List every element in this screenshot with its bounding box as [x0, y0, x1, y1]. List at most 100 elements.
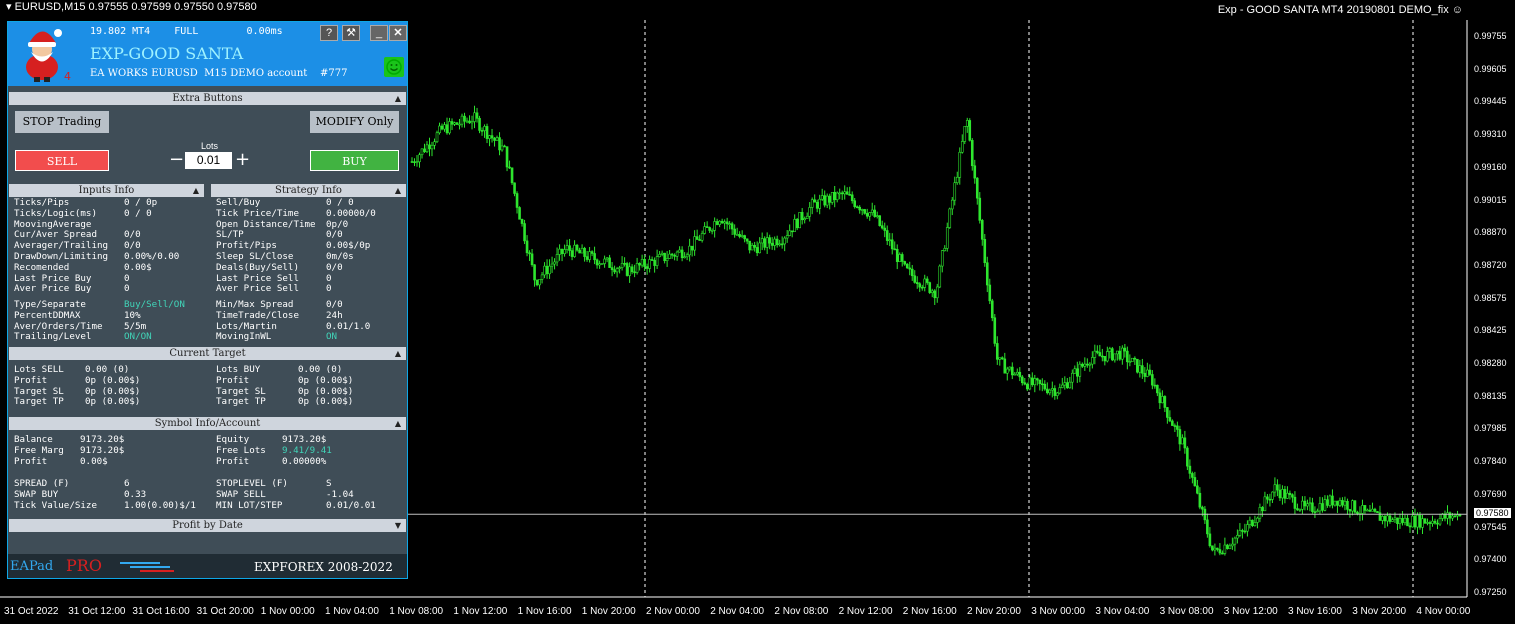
candle-body	[983, 239, 987, 264]
candle-body	[950, 199, 954, 210]
candle-body	[868, 212, 872, 217]
candle-body	[503, 145, 506, 148]
candle-body	[843, 191, 847, 195]
candle-body	[650, 259, 654, 261]
lots-input[interactable]: 0.01	[185, 152, 232, 169]
candle-body	[1256, 517, 1259, 523]
candle-body	[935, 286, 939, 299]
candle-body	[1116, 350, 1119, 355]
candle-body	[1353, 500, 1357, 513]
candle-body	[478, 118, 481, 131]
candle-body	[1436, 522, 1439, 525]
candle-body	[1241, 530, 1244, 532]
time-tick-label: 3 Nov 16:00	[1288, 606, 1342, 617]
candle-body	[785, 235, 789, 239]
candle-body	[988, 284, 992, 302]
price-tick-label: 0.97840	[1474, 456, 1507, 467]
candle-body	[435, 132, 439, 143]
candle-body	[975, 177, 979, 199]
candle-body	[540, 274, 544, 280]
strategy-info-header[interactable]: Strategy Info ▲	[211, 184, 406, 197]
candle-body	[668, 253, 671, 259]
time-tick-label: 31 Oct 16:00	[132, 606, 190, 617]
current-target-header[interactable]: Current Target ▲	[9, 347, 406, 360]
candle-body	[875, 215, 879, 217]
expand-icon: ▼	[394, 521, 401, 530]
extra-buttons-header[interactable]: Extra Buttons ▲	[9, 92, 406, 105]
candle-body	[570, 250, 574, 257]
minimize-button[interactable]: _	[370, 25, 388, 41]
inputs-info-header[interactable]: Inputs Info ▲	[9, 184, 204, 197]
candle-body	[610, 267, 614, 271]
sell-button[interactable]: SELL	[15, 150, 109, 171]
candle-body	[845, 191, 849, 195]
candle-body	[940, 250, 944, 267]
candle-body	[1301, 500, 1304, 510]
candle-body	[450, 121, 454, 125]
buy-button[interactable]: BUY	[310, 150, 399, 171]
candle-body	[1281, 489, 1284, 499]
candle-body	[525, 240, 529, 254]
symbol-info-header[interactable]: Symbol Info/Account ▲	[9, 417, 406, 430]
lots-increase-button[interactable]: +	[235, 149, 250, 170]
section-title: Symbol Info/Account	[154, 418, 261, 429]
candle-body	[1376, 511, 1379, 514]
candle-body	[750, 244, 754, 251]
candle-body	[483, 126, 486, 131]
candle-body	[1108, 348, 1112, 352]
candle-body	[1413, 515, 1417, 528]
candle-body	[1348, 509, 1352, 512]
candle-body	[735, 234, 739, 236]
candle-body	[1136, 358, 1139, 373]
candle-body	[913, 275, 917, 283]
candle-body	[1061, 384, 1064, 388]
candle-body	[1448, 512, 1452, 519]
footer-copyright: EXPFOREX 2008-2022	[254, 560, 393, 574]
footer-pro: PRO	[66, 556, 102, 575]
candle-body	[508, 166, 511, 169]
candle-body	[1153, 384, 1157, 387]
candle-body	[1023, 382, 1027, 385]
price-tick-label: 0.97250	[1474, 586, 1507, 597]
time-tick-label: 3 Nov 04:00	[1095, 606, 1150, 617]
candle-body	[1273, 484, 1277, 493]
price-tick-label: 0.99605	[1474, 63, 1507, 74]
candle-body	[1156, 384, 1159, 394]
profit-by-date-header[interactable]: Profit by Date ▼	[9, 519, 406, 532]
candle-body	[463, 115, 466, 122]
status-smiley-icon[interactable]	[384, 57, 404, 77]
candle-body	[1391, 519, 1394, 522]
candle-body	[848, 194, 852, 196]
help-button[interactable]: ?	[320, 25, 338, 41]
candle-body	[1423, 518, 1427, 524]
tools-button[interactable]: ⚒	[342, 25, 360, 41]
candle-body	[638, 263, 641, 266]
candle-body	[1446, 512, 1449, 519]
footer-lines-icon	[120, 562, 174, 572]
close-button[interactable]: ✕	[389, 25, 407, 41]
stop-trading-button[interactable]: STOP Trading	[15, 111, 109, 133]
time-tick-label: 2 Nov 04:00	[710, 606, 765, 617]
info-label: Profit	[216, 455, 250, 467]
candle-body	[853, 200, 857, 207]
candle-body	[555, 254, 559, 263]
candle-body	[635, 263, 639, 273]
candle-body	[1438, 518, 1442, 525]
candle-body	[1188, 465, 1192, 474]
candle-body	[1008, 366, 1012, 370]
candle-body	[1248, 519, 1252, 525]
candle-body	[1271, 491, 1274, 500]
lots-decrease-button[interactable]: −	[169, 149, 184, 170]
candle-body	[1236, 535, 1239, 539]
candle-body	[468, 120, 471, 124]
modify-only-button[interactable]: MODIFY Only	[310, 111, 399, 133]
candle-body	[758, 242, 761, 254]
candle-body	[873, 209, 877, 217]
info-value: 0p (0.00$)	[298, 374, 354, 386]
candle-body	[1081, 363, 1084, 367]
candle-body	[1226, 544, 1229, 550]
candle-body	[565, 245, 569, 250]
candle-body	[1276, 484, 1279, 491]
candle-body	[863, 209, 867, 214]
candle-body	[765, 237, 769, 248]
